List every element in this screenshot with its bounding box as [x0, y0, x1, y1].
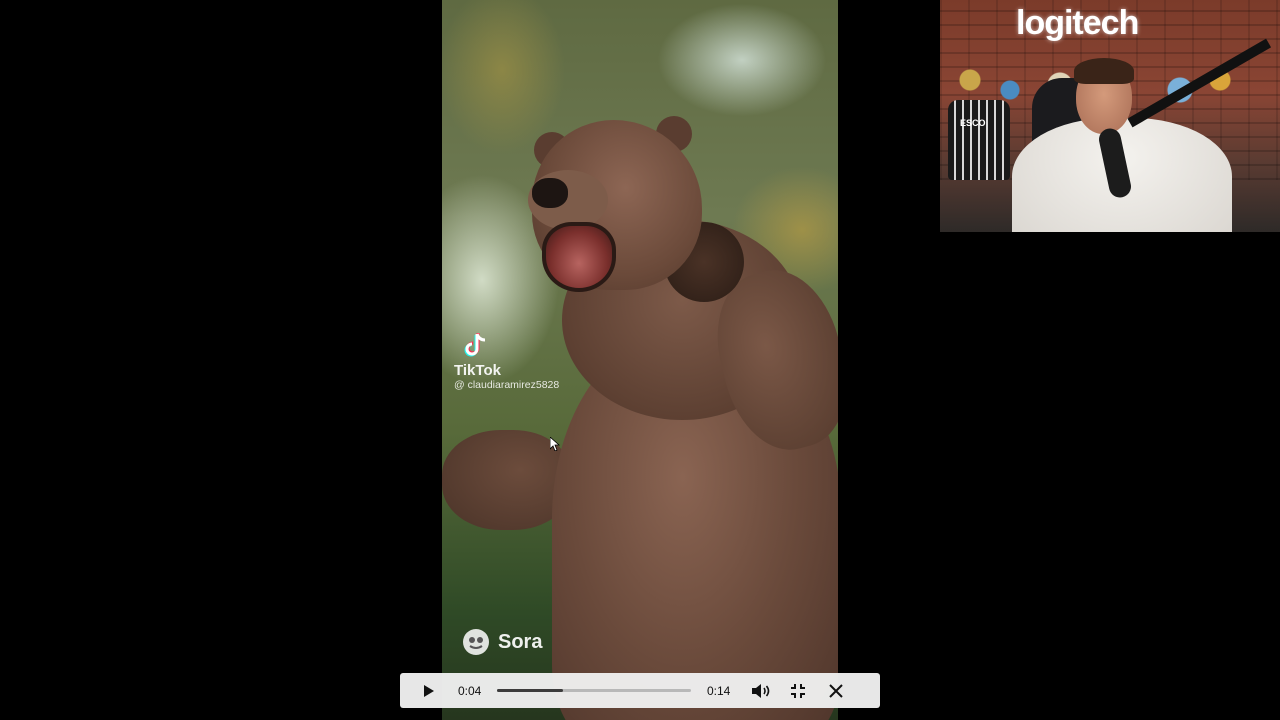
progress-fill — [497, 689, 563, 692]
current-time: 0:04 — [458, 684, 482, 698]
play-icon — [424, 684, 434, 697]
video-player[interactable]: TikTok @ claudiaramirez5828 Sora — [442, 0, 838, 720]
video-controls: 0:04 0:14 — [400, 673, 880, 708]
exit-fullscreen-icon — [791, 683, 805, 698]
tiktok-handle: @ claudiaramirez5828 — [454, 379, 560, 391]
bear-nose — [532, 178, 568, 208]
streamer-hair — [1074, 58, 1134, 84]
progress-slider[interactable] — [497, 689, 691, 692]
sora-label: Sora — [498, 630, 543, 653]
tiktok-logo-icon — [464, 333, 486, 357]
mouse-cursor-icon — [550, 437, 560, 451]
tiktok-label: TikTok — [454, 362, 501, 379]
jersey — [948, 100, 1010, 180]
exit-fullscreen-button[interactable] — [785, 673, 811, 708]
sora-logo-icon — [463, 629, 489, 655]
jersey-text: ESCO — [960, 118, 986, 128]
play-button[interactable] — [416, 673, 442, 708]
bear-mouth — [542, 222, 616, 292]
close-button[interactable] — [823, 673, 849, 708]
total-time: 0:14 — [707, 684, 731, 698]
close-icon — [829, 683, 843, 698]
volume-button[interactable] — [748, 673, 774, 708]
sora-watermark: Sora — [462, 628, 542, 656]
brand-sign: logitech — [1016, 4, 1139, 42]
screen: TikTok @ claudiaramirez5828 Sora logitec… — [0, 0, 1280, 720]
volume-icon — [752, 683, 770, 698]
webcam-overlay: logitech ESCO — [940, 0, 1280, 232]
